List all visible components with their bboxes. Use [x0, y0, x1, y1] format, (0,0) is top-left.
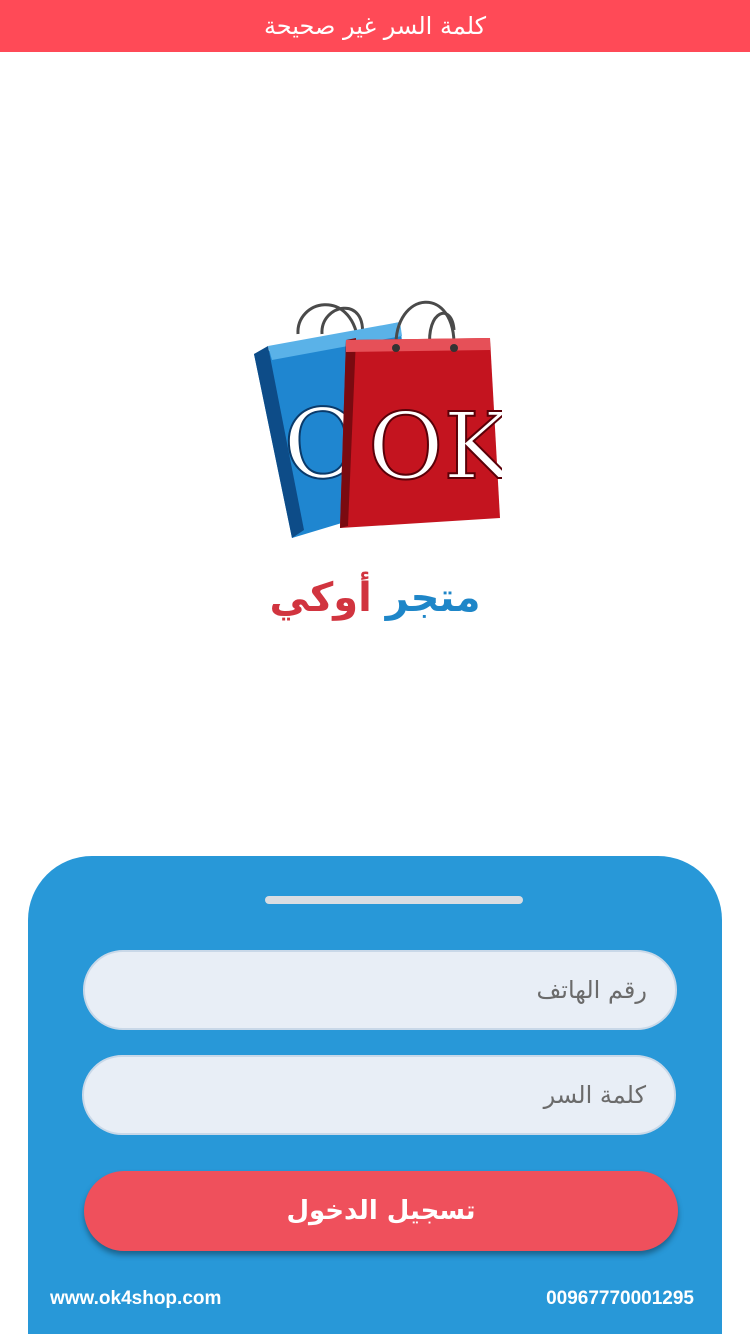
store-name-word1: متجر: [385, 575, 481, 621]
login-button[interactable]: تسجيل الدخول: [84, 1171, 678, 1251]
error-banner: كلمة السر غير صحيحة: [0, 0, 750, 52]
password-placeholder: كلمة السر: [543, 1081, 646, 1109]
password-input[interactable]: كلمة السر: [82, 1055, 676, 1135]
phone-input[interactable]: رقم الهاتف: [83, 950, 677, 1030]
login-button-label: تسجيل الدخول: [286, 1196, 476, 1226]
website-link[interactable]: www.ok4shop.com: [50, 1288, 221, 1310]
logo-text: OK: [368, 393, 502, 500]
shopping-bags-logo-icon: O OK: [254, 300, 515, 538]
contact-phone[interactable]: 00967770001295: [546, 1288, 694, 1310]
store-logo: O OK: [250, 290, 515, 542]
error-banner-text: كلمة السر غير صحيحة: [263, 12, 487, 40]
store-name-word2: أوكي: [269, 575, 372, 621]
store-name: متجر أوكي: [0, 575, 750, 621]
phone-placeholder: رقم الهاتف: [536, 976, 647, 1004]
drag-handle[interactable]: [265, 896, 523, 904]
login-panel: رقم الهاتف كلمة السر تسجيل الدخول www.ok…: [28, 856, 722, 1334]
